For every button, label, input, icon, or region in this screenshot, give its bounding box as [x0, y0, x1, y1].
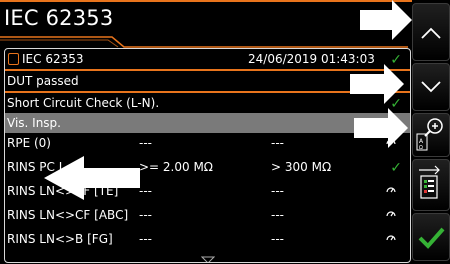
gauge-icon [386, 211, 396, 217]
gauge-icon [386, 235, 396, 241]
limit-cell: --- [139, 232, 152, 246]
arrow-pointer-icon [350, 64, 404, 104]
record-icon [8, 53, 19, 65]
tab-outline [0, 36, 408, 48]
limit-cell: --- [139, 184, 152, 198]
gauge-icon [386, 187, 396, 193]
limit-cell: >= 2.00 MΩ [139, 160, 213, 174]
confirm-check-icon [418, 227, 445, 249]
zoom-in-icon: A Ω [416, 118, 443, 151]
list-item-selected[interactable]: Vis. Insp. [5, 113, 410, 133]
result-label: Vis. Insp. [7, 116, 61, 130]
table-row[interactable]: RINS LN<>B [FG] --- --- [5, 229, 410, 249]
sequence-name: IEC 62353 [22, 52, 84, 66]
value-cell: --- [271, 232, 284, 246]
arrow-pointer-icon [354, 108, 408, 148]
pass-check-icon: ✓ [390, 160, 402, 176]
result-label: Short Circuit Check (L-N). [7, 96, 160, 110]
table-row[interactable]: RPE (0) --- --- [5, 133, 410, 153]
result-label: DUT passed [7, 74, 79, 88]
value-cell: --- [271, 184, 284, 198]
limit-cell: --- [139, 136, 152, 150]
report-icon [419, 165, 440, 199]
arrow-pointer-icon [360, 0, 412, 40]
value-cell: --- [271, 208, 284, 222]
report-button[interactable] [412, 159, 450, 211]
result-label: RINS LN<>CF [ABC] [7, 208, 129, 222]
page-title: IEC 62353 [4, 6, 114, 30]
table-row[interactable]: RINS LN<>CF [ABC] --- --- [5, 205, 410, 225]
limit-cell: --- [139, 208, 152, 222]
result-label: RINS LN<>B [FG] [7, 232, 113, 246]
value-cell: > 300 MΩ [271, 160, 332, 174]
scroll-down-button[interactable] [412, 63, 450, 111]
arrow-pointer-icon [44, 156, 140, 200]
more-below-icon [201, 256, 215, 262]
svg-text:A: A [419, 138, 424, 145]
confirm-button[interactable] [412, 213, 450, 261]
result-label: RPE (0) [7, 136, 51, 150]
chevron-down-icon [421, 81, 441, 93]
svg-text:Ω: Ω [419, 145, 423, 151]
zoom-button[interactable]: A Ω [412, 113, 450, 157]
value-cell: --- [271, 136, 284, 150]
